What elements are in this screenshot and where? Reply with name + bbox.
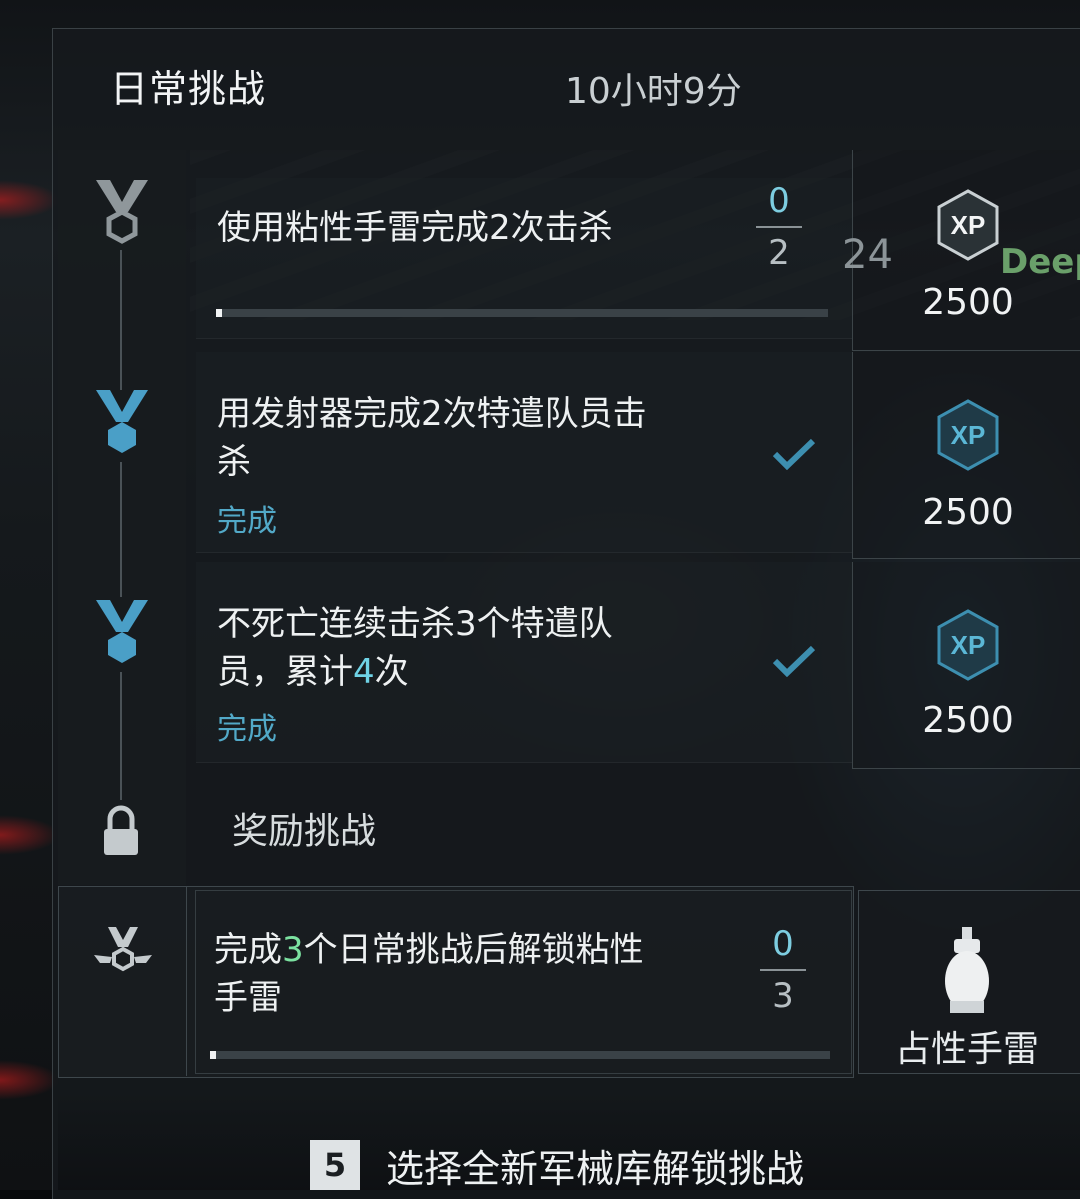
background-tag: Deep xyxy=(1000,242,1080,282)
xp-badge-label: XP xyxy=(951,210,986,240)
challenge-title-line: 用发射器完成2次特遣队员击 xyxy=(217,394,647,434)
checkmark-icon xyxy=(772,438,816,470)
progress-current: 0 xyxy=(772,924,794,964)
progress-bar-fill xyxy=(216,309,222,317)
medal-complete-icon xyxy=(96,390,148,453)
challenge-status: 完成 xyxy=(217,712,277,747)
challenge-title: 用发射器完成2次特遣队员击 杀 xyxy=(217,390,737,486)
bonus-progress: 0 3 xyxy=(760,925,806,1015)
progress-target: 3 xyxy=(772,976,794,1016)
challenge-title: 使用粘性手雷完成2次击杀 xyxy=(217,208,613,248)
background-red-glow xyxy=(0,180,60,220)
progress-target: 2 xyxy=(768,233,790,273)
progress-bar xyxy=(210,1051,830,1059)
challenge-title-text: 完成 xyxy=(214,930,282,970)
bonus-medal-cell xyxy=(58,886,187,1076)
medal-pending-icon xyxy=(96,180,148,244)
reset-timer: 10小时9分 xyxy=(565,71,742,112)
bonus-section-label: 奖励挑战 xyxy=(232,811,377,852)
xp-badge-label: XP xyxy=(951,420,986,450)
progress-bar-fill xyxy=(210,1051,216,1059)
challenge-title-text: 个日常挑战后解锁粘性 xyxy=(303,930,644,970)
background-number: 24 xyxy=(842,232,893,278)
challenge-progress: 0 2 xyxy=(756,182,802,272)
medal-complete-icon xyxy=(96,600,148,663)
progress-current: 0 xyxy=(768,181,790,221)
rail-connector xyxy=(120,672,122,800)
bonus-reward-label: 占性手雷 xyxy=(895,1029,1040,1070)
xp-badge-icon: XP xyxy=(937,189,999,261)
challenge-title: 不死亡连续击杀3个特遣队 员，累计4次 xyxy=(217,600,737,696)
xp-reward-amount: 2500 xyxy=(922,700,1014,741)
progress-divider xyxy=(756,226,802,228)
challenge-title-text: 次 xyxy=(374,652,409,692)
challenge-status: 完成 xyxy=(217,504,277,539)
xp-badge-icon: XP xyxy=(937,399,999,471)
rail-connector xyxy=(120,462,122,597)
panel-title: 日常挑战 xyxy=(110,67,267,111)
winged-medal-icon xyxy=(94,927,152,972)
challenge-title-highlight: 3 xyxy=(282,930,304,970)
lock-icon xyxy=(104,805,138,855)
rail-connector xyxy=(120,250,122,390)
xp-reward-amount: 2500 xyxy=(922,492,1014,533)
background-red-glow xyxy=(0,1060,60,1100)
challenge-title-line: 完成3个日常挑战后解锁粘性 xyxy=(214,926,734,974)
background-red-glow xyxy=(0,815,60,855)
challenge-title-highlight: 4 xyxy=(353,652,375,692)
checkmark-icon xyxy=(772,645,816,677)
grenade-icon xyxy=(945,927,989,1013)
xp-badge-label: XP xyxy=(951,630,986,660)
xp-reward-amount: 2500 xyxy=(922,282,1014,323)
keybind-badge[interactable]: 5 xyxy=(310,1140,360,1190)
challenge-title-line: 员，累计4次 xyxy=(217,648,737,696)
challenge-title-line: 手雷 xyxy=(214,978,282,1018)
challenge-title-text: 员，累计 xyxy=(217,652,353,692)
progress-bar xyxy=(216,309,828,317)
select-armory-unlock-challenge-link[interactable]: 选择全新军械库解锁挑战 xyxy=(386,1138,804,1193)
xp-badge-icon: XP xyxy=(937,609,999,681)
medal-rail xyxy=(58,150,186,885)
challenge-title-line: 不死亡连续击杀3个特遣队 xyxy=(217,604,613,644)
bonus-challenge-title: 完成3个日常挑战后解锁粘性 手雷 xyxy=(214,926,734,1022)
progress-divider xyxy=(760,969,806,971)
challenge-title-line: 杀 xyxy=(217,442,251,482)
